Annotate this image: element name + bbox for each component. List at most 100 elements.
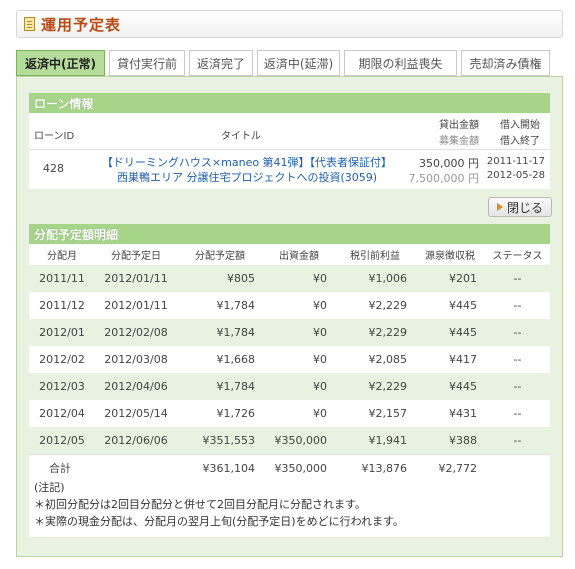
distribution-schedule-table: 分配月 分配予定日 分配予定額 出資金額 税引前利益 源泉徴収税 ステータス 2… xyxy=(29,244,550,481)
tab-repaid[interactable]: 返済完了 xyxy=(189,50,253,76)
cell-status: -- xyxy=(513,353,522,366)
close-button[interactable]: 閉じる xyxy=(488,197,552,217)
cell-investment: ¥0 xyxy=(263,373,335,400)
cell-date: 2012/03/08 xyxy=(104,353,168,366)
col-investment: 出資金額 xyxy=(279,251,319,262)
col-distribution-month: 分配月 xyxy=(47,251,77,262)
document-icon xyxy=(24,17,35,31)
status-tabs: 返済中(正常) 貸付実行前 返済完了 返済中(延滞) 期限の利益喪失 売却済み債… xyxy=(16,50,554,76)
col-distribution-amount: 分配予定額 xyxy=(195,251,245,262)
col-distribution-date: 分配予定日 xyxy=(111,251,161,262)
cell-pretax: ¥2,229 xyxy=(368,299,408,312)
loan-id-value: 428 xyxy=(43,162,64,175)
cell-status: -- xyxy=(485,427,550,455)
col-withholding-tax: 源泉徴収税 xyxy=(425,251,475,262)
cell-pretax: ¥2,229 xyxy=(335,319,415,346)
cell-month: 2011/12 xyxy=(39,299,85,312)
cell-pretax: ¥2,157 xyxy=(368,407,408,420)
cell-withholding: ¥445 xyxy=(415,373,485,400)
cell-pretax: ¥2,085 xyxy=(368,353,408,366)
cell-status: -- xyxy=(485,319,550,346)
loan-end-date: 2012-05-28 xyxy=(486,170,545,181)
loan-title-line1[interactable]: 【ドリーミングハウス×maneo 第41弾】【代表者保証付】 xyxy=(87,155,407,170)
cell-investment: ¥0 xyxy=(313,407,327,420)
col-title: タイトル xyxy=(221,131,261,142)
cell-withholding: ¥388 xyxy=(415,427,485,455)
tab-repaying-overdue[interactable]: 返済中(延滞) xyxy=(257,50,340,76)
notes-heading: (注記) xyxy=(34,481,65,494)
cell-investment: ¥0 xyxy=(263,265,335,292)
cell-month: 2012/05 xyxy=(29,427,95,455)
note-line-1: ＊初回分配分は2回目分配分と併せて2回目分配月に分配されます。 xyxy=(34,498,366,511)
loan-info-table: ローンID タイトル 貸出金額 募集金額 借入開始 借入終了 428 【ドリーミ… xyxy=(29,113,550,189)
loan-title-line2[interactable]: 西巣鴨エリア 分譲住宅プロジェクトへの投資(3059) xyxy=(87,170,407,185)
cell-pretax: ¥1,006 xyxy=(335,265,415,292)
cell-month: 2011/11 xyxy=(29,265,95,292)
table-row: 2012/02 2012/03/08 ¥1,668 ¥0 ¥2,085 ¥417… xyxy=(29,346,550,373)
cell-investment: ¥0 xyxy=(263,319,335,346)
cell-amount: ¥1,668 xyxy=(216,353,256,366)
col-amount: 貸出金額 xyxy=(439,120,479,131)
content-panel: ローン情報 ローンID タイトル 貸出金額 募集金額 借入開始 借入終了 428… xyxy=(16,76,563,557)
col-start: 借入開始 xyxy=(500,120,540,131)
notes-box: (注記) ＊初回分配分は2回目分配分と併せて2回目分配月に分配されます。 ＊実際… xyxy=(29,473,550,537)
cell-month: 2012/04 xyxy=(39,407,85,420)
page-title: 運用予定表 xyxy=(41,15,122,34)
cell-status: -- xyxy=(485,373,550,400)
table-row: 2012/05 2012/06/06 ¥351,553 ¥350,000 ¥1,… xyxy=(29,427,550,455)
cell-investment: ¥0 xyxy=(313,299,327,312)
tab-sold-claims[interactable]: 売却済み債権 xyxy=(461,50,550,76)
loan-title-link[interactable]: 【ドリーミングハウス×maneo 第41弾】【代表者保証付】 西巣鴨エリア 分譲… xyxy=(87,155,407,185)
cell-amount: ¥1,784 xyxy=(177,373,263,400)
cell-date: 2012/04/06 xyxy=(95,373,177,400)
cell-status: -- xyxy=(485,265,550,292)
tab-before-lending[interactable]: 貸付実行前 xyxy=(109,50,185,76)
table-row: 2011/11 2012/01/11 ¥805 ¥0 ¥1,006 ¥201 -… xyxy=(29,265,550,292)
cell-month: 2012/03 xyxy=(29,373,95,400)
table-row: 2012/03 2012/04/06 ¥1,784 ¥0 ¥2,229 ¥445… xyxy=(29,373,550,400)
cell-status: -- xyxy=(513,407,522,420)
cell-investment: ¥0 xyxy=(313,353,327,366)
cell-amount: ¥1,784 xyxy=(177,319,263,346)
cell-amount: ¥351,553 xyxy=(177,427,263,455)
close-button-label: 閉じる xyxy=(506,200,543,215)
cell-withholding: ¥417 xyxy=(449,353,477,366)
table-row: 2012/04 2012/05/14 ¥1,726 ¥0 ¥2,157 ¥431… xyxy=(29,400,550,427)
col-status: ステータス xyxy=(492,251,543,262)
col-end: 借入終了 xyxy=(500,136,540,147)
cell-date: 2012/06/06 xyxy=(95,427,177,455)
table-row: 2012/01 2012/02/08 ¥1,784 ¥0 ¥2,229 ¥445… xyxy=(29,319,550,346)
cell-investment: ¥350,000 xyxy=(263,427,335,455)
cell-date: 2012/05/14 xyxy=(104,407,168,420)
note-line-2: ＊実際の現金分配は、分配月の翌月上旬(分配予定日)をめどに行われます。 xyxy=(34,515,404,528)
loan-info-heading: ローン情報 xyxy=(29,93,550,113)
cell-amount: ¥1,726 xyxy=(216,407,256,420)
cell-withholding: ¥445 xyxy=(449,299,477,312)
col-pretax-profit: 税引前利益 xyxy=(350,251,400,262)
cell-pretax: ¥2,229 xyxy=(335,373,415,400)
loan-start-date: 2011-11-17 xyxy=(486,156,545,167)
loan-divider xyxy=(29,149,550,150)
loan-raise-value: 7,500,000 円 xyxy=(408,172,479,185)
cell-withholding: ¥445 xyxy=(415,319,485,346)
cell-month: 2012/02 xyxy=(39,353,85,366)
cell-withholding: ¥201 xyxy=(415,265,485,292)
cell-pretax: ¥1,941 xyxy=(335,427,415,455)
cell-amount: ¥1,784 xyxy=(216,299,256,312)
tab-acceleration[interactable]: 期限の利益喪失 xyxy=(344,50,457,76)
cell-date: 2012/01/11 xyxy=(95,265,177,292)
col-loan-id: ローンID xyxy=(34,131,75,142)
schedule-heading: 分配予定額明細 xyxy=(29,224,550,244)
loan-amount-value: 350,000 円 xyxy=(419,157,479,170)
cell-month: 2012/01 xyxy=(29,319,95,346)
cell-amount: ¥805 xyxy=(177,265,263,292)
cell-date: 2012/02/08 xyxy=(95,319,177,346)
table-row: 2011/12 2012/01/11 ¥1,784 ¥0 ¥2,229 ¥445… xyxy=(29,292,550,319)
play-arrow-icon xyxy=(496,203,503,211)
tab-repaying-normal[interactable]: 返済中(正常) xyxy=(16,50,105,76)
cell-date: 2012/01/11 xyxy=(104,299,168,312)
cell-withholding: ¥431 xyxy=(449,407,477,420)
cell-status: -- xyxy=(513,299,522,312)
schedule-header-row: 分配月 分配予定日 分配予定額 出資金額 税引前利益 源泉徴収税 ステータス xyxy=(29,244,550,265)
col-raise: 募集金額 xyxy=(439,136,479,147)
